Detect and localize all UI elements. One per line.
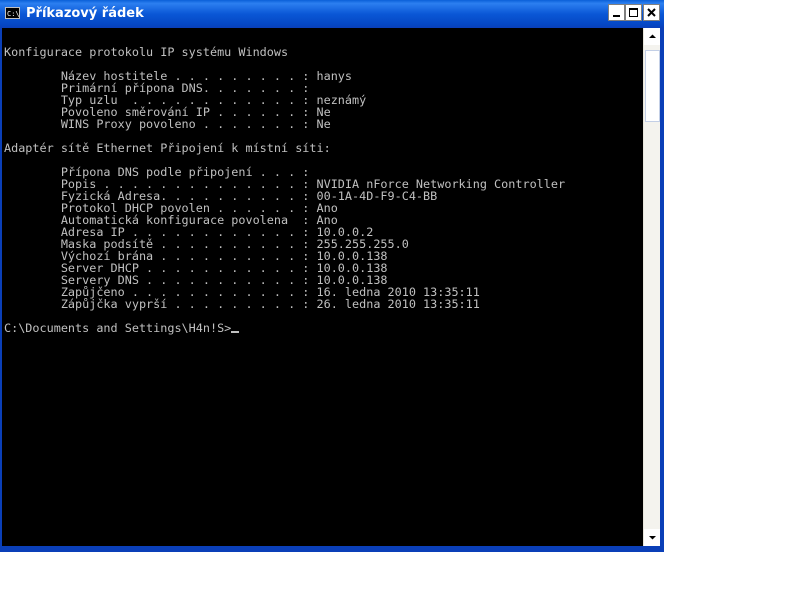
close-icon <box>647 8 656 17</box>
chevron-down-icon <box>649 536 656 540</box>
minimize-icon <box>613 15 620 17</box>
maximize-icon <box>629 8 638 17</box>
vertical-scrollbar[interactable] <box>643 28 661 546</box>
console-line: Adaptér sítě Ethernet Připojení k místní… <box>4 141 331 155</box>
maximize-button[interactable] <box>625 4 642 21</box>
window-frame-right <box>660 28 664 552</box>
title-bar[interactable]: C:\ Příkazový řádek <box>0 0 664 28</box>
console-line: Zápůjčka vyprší . . . . . . . . . : 26. … <box>4 297 480 311</box>
scrollbar-thumb[interactable] <box>645 50 660 122</box>
text-cursor <box>231 331 240 333</box>
minimize-button[interactable] <box>608 4 625 21</box>
window-frame-bottom <box>0 546 664 552</box>
window-title: Příkazový řádek <box>26 6 144 21</box>
command-prompt-line: C:\Documents and Settings\H4n!S> <box>4 322 240 334</box>
command-prompt-window: C:\ Příkazový řádek Konfigurace protokol… <box>0 0 664 552</box>
console-line: WINS Proxy povoleno . . . . . . . : Ne <box>4 117 331 131</box>
scroll-up-button[interactable] <box>644 28 661 45</box>
console-line: Konfigurace protokolu IP systému Windows <box>4 45 289 59</box>
chevron-up-icon <box>649 34 656 38</box>
scroll-down-button[interactable] <box>644 529 661 546</box>
cmd-icon[interactable]: C:\ <box>5 7 20 19</box>
close-button[interactable] <box>643 4 660 21</box>
console-output[interactable]: Konfigurace protokolu IP systému Windows… <box>2 28 643 546</box>
